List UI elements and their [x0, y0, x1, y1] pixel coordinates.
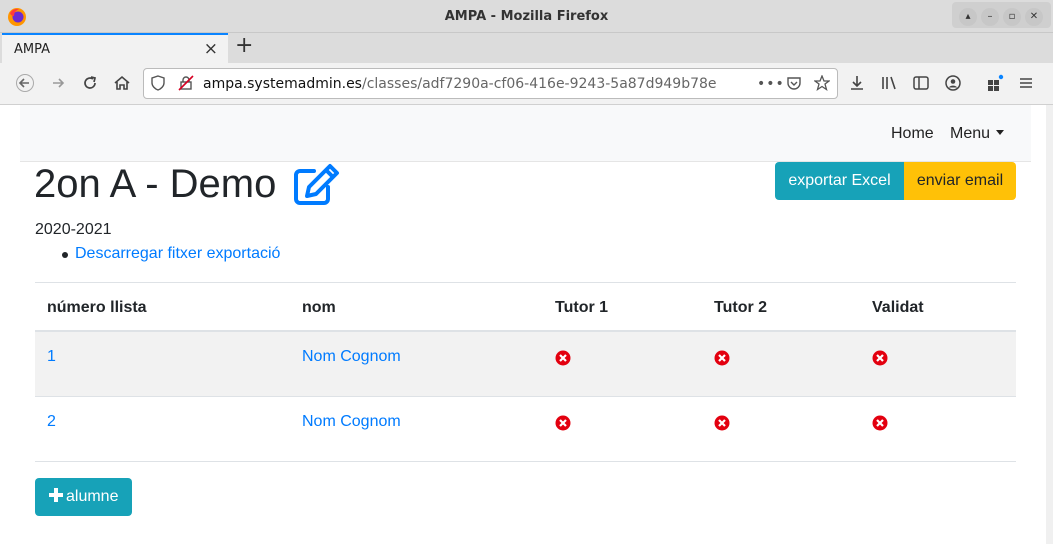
send-email-button[interactable]: enviar email	[904, 162, 1016, 200]
url-path: /classes/adf7290a-cf06-416e-9243-5a87d94…	[361, 76, 717, 92]
maximize-icon[interactable]: ▫	[1003, 8, 1021, 26]
back-button[interactable]	[11, 69, 39, 97]
page-title: 2on A - Demo	[34, 162, 277, 206]
pocket-icon[interactable]	[785, 75, 803, 93]
x-circle-icon	[714, 350, 730, 366]
window-titlebar: AMPA - Mozilla Firefox ▴ – ▫ ✕	[0, 0, 1053, 33]
page-actions-icon[interactable]: •••	[757, 75, 784, 93]
x-circle-icon	[872, 350, 888, 366]
extensions-button[interactable]	[981, 69, 1009, 97]
new-tab-button[interactable]: +	[235, 33, 253, 58]
minimize-icon[interactable]: –	[981, 8, 999, 26]
window-title: AMPA - Mozilla Firefox	[444, 9, 609, 24]
tab-label: AMPA	[14, 42, 51, 57]
table-row: 2 Nom Cognom	[35, 397, 1016, 462]
nav-toolbar: ampa.systemadmin.es/classes/adf7290a-cf0…	[0, 63, 1053, 105]
account-icon	[945, 75, 961, 91]
sidebar-icon	[913, 76, 929, 90]
url-bar[interactable]: ampa.systemadmin.es/classes/adf7290a-cf0…	[143, 68, 838, 99]
header-tutor-1: Tutor 1	[555, 299, 609, 316]
shield-icon[interactable]	[149, 75, 167, 93]
row-number-link[interactable]: 2	[47, 413, 56, 431]
export-excel-button[interactable]: exportar Excel	[775, 162, 904, 200]
x-circle-icon	[555, 415, 571, 431]
download-icon	[851, 76, 863, 90]
reload-button[interactable]	[76, 69, 104, 97]
page-content: Home Menu 2on A - Demo exportar Excel en…	[20, 105, 1031, 544]
downloads-button[interactable]	[843, 69, 871, 97]
header-tutor-2: Tutor 2	[714, 299, 768, 316]
library-button[interactable]	[875, 69, 903, 97]
site-navbar: Home Menu	[20, 105, 1031, 162]
x-circle-icon	[714, 415, 730, 431]
add-student-label: alumne	[66, 488, 119, 505]
table-row: 1 Nom Cognom	[35, 332, 1016, 397]
list-bullet	[62, 252, 68, 258]
row-number-link[interactable]: 1	[47, 348, 56, 366]
reload-icon	[84, 76, 97, 89]
bookmark-star-icon[interactable]	[813, 74, 831, 93]
edit-icon[interactable]	[292, 163, 340, 207]
table-header: número llista nom Tutor 1 Tutor 2 Valida…	[35, 282, 1016, 332]
caret-down-icon	[996, 130, 1005, 135]
tab-close-icon[interactable]: ×	[204, 39, 218, 59]
nav-menu-label: Menu	[950, 125, 991, 142]
student-name-link[interactable]: Nom Cognom	[302, 413, 401, 431]
header-validat: Validat	[872, 299, 924, 316]
account-button[interactable]	[939, 69, 967, 97]
extensions-icon	[988, 74, 1004, 91]
url-text[interactable]: ampa.systemadmin.es/classes/adf7290a-cf0…	[203, 76, 717, 92]
url-host: ampa.systemadmin.es	[203, 76, 362, 92]
home-button[interactable]	[108, 69, 136, 97]
restore-up-icon[interactable]: ▴	[959, 8, 977, 26]
nav-home-link[interactable]: Home	[891, 125, 934, 143]
forward-arrow-icon	[53, 78, 65, 88]
back-arrow-icon	[16, 74, 34, 92]
header-nom: nom	[302, 299, 336, 316]
app-menu-button[interactable]	[1012, 69, 1040, 97]
tab-bar: AMPA × +	[0, 33, 1053, 63]
hamburger-menu-icon	[1020, 78, 1032, 88]
sidebar-button[interactable]	[907, 69, 935, 97]
add-student-button[interactable]: alumne	[35, 478, 132, 516]
forward-button[interactable]	[44, 69, 72, 97]
home-icon	[114, 75, 130, 90]
student-name-link[interactable]: Nom Cognom	[302, 348, 401, 366]
close-window-icon[interactable]: ✕	[1025, 8, 1043, 26]
x-circle-icon	[555, 350, 571, 366]
school-year: 2020-2021	[35, 221, 112, 238]
plus-icon	[49, 488, 63, 502]
nav-menu-dropdown[interactable]: Menu	[950, 125, 1005, 143]
download-export-link[interactable]: Descarregar fitxer exportació	[75, 245, 280, 263]
header-numero-llista: número llista	[47, 299, 147, 316]
x-circle-icon	[872, 415, 888, 431]
window-right-edge	[1046, 105, 1053, 544]
tab-ampa[interactable]: AMPA ×	[2, 33, 228, 63]
library-icon	[882, 76, 896, 90]
insecure-lock-icon[interactable]	[177, 75, 195, 93]
